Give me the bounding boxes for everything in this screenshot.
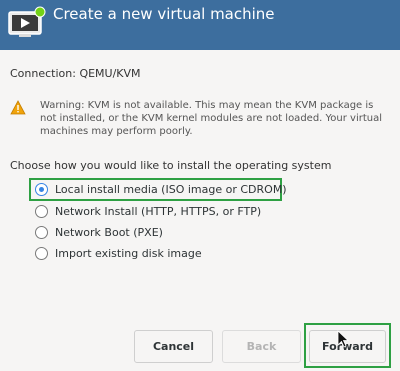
radio-label-import-disk: Import existing disk image — [55, 247, 202, 260]
radio-label-local-install: Local install media (ISO image or CDROM) — [55, 183, 287, 196]
radio-button[interactable] — [35, 226, 48, 239]
radio-local-install-media[interactable]: Local install media (ISO image or CDROM) — [33, 180, 333, 200]
radio-network-boot[interactable]: Network Boot (PXE) — [33, 223, 333, 243]
radio-import-disk-image[interactable]: Import existing disk image — [33, 244, 333, 264]
connection-label: Connection: QEMU/KVM — [10, 67, 141, 80]
install-method-prompt: Choose how you would like to install the… — [10, 159, 332, 172]
radio-network-install[interactable]: Network Install (HTTP, HTTPS, or FTP) — [33, 202, 333, 222]
radio-label-network-install: Network Install (HTTP, HTTPS, or FTP) — [55, 205, 262, 218]
window-title: Create a new virtual machine — [53, 5, 275, 23]
mouse-pointer-icon — [337, 330, 349, 348]
kvm-warning-text: Warning: KVM is not available. This may … — [40, 100, 383, 137]
cancel-button[interactable]: Cancel — [134, 330, 213, 363]
radio-button[interactable] — [35, 205, 48, 218]
radio-label-network-boot: Network Boot (PXE) — [55, 226, 163, 239]
radio-button[interactable] — [35, 247, 48, 260]
back-button[interactable]: Back — [222, 330, 301, 363]
virtual-machine-monitor-icon — [8, 6, 46, 37]
window-header: Create a new virtual machine — [0, 0, 400, 50]
radio-button-selected[interactable] — [35, 183, 48, 196]
warning-triangle-icon — [10, 100, 26, 115]
